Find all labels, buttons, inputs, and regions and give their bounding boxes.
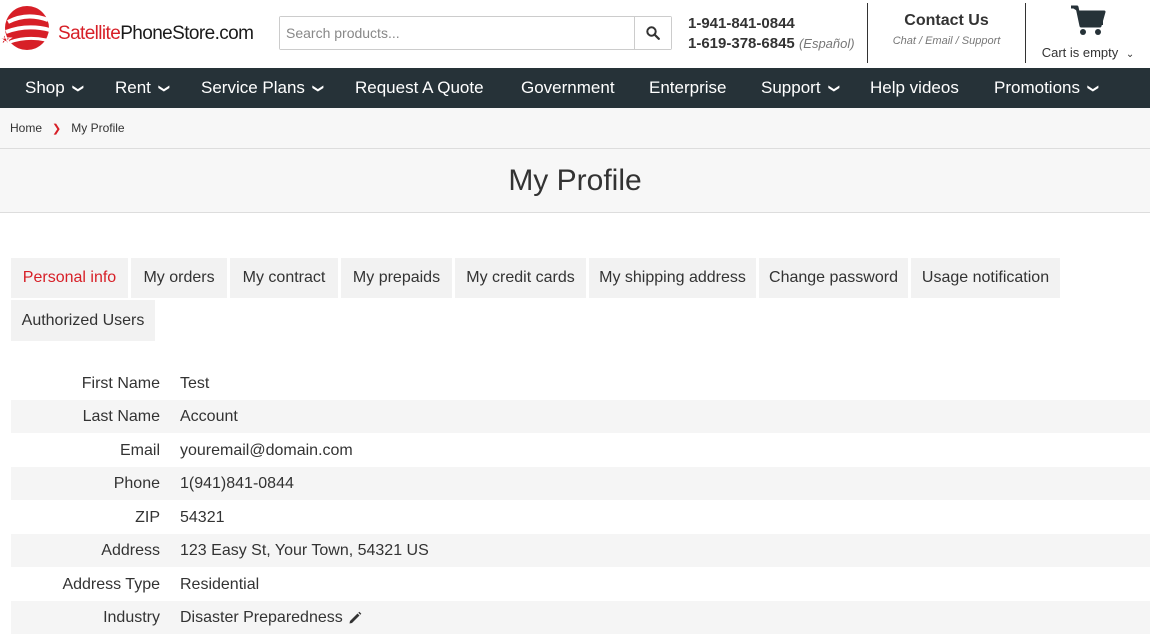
field-label: Phone (113, 474, 160, 492)
phone-numbers: 1-941-841-0844 1-619-378-6845 (Español) (688, 14, 855, 54)
chevron-down-icon: ❯ (827, 83, 840, 93)
field-label: Address (101, 541, 160, 559)
field-value: Disaster Preparedness (180, 608, 343, 626)
chevron-down-icon: ❯ (312, 83, 325, 93)
tab-change-password-label: Change password (769, 269, 898, 286)
site-logo[interactable]: SatellitePhoneStore.com (0, 4, 270, 56)
chevron-down-icon: ❯ (71, 83, 84, 93)
nav-request-quote-label: Request A Quote (355, 78, 484, 97)
tab-my-contract-label: My contract (242, 269, 326, 286)
field-label: Email (119, 441, 160, 459)
nav-promotions[interactable]: Promotions ❯ (994, 68, 1100, 108)
profile-row-address-type: Address Type Residential (11, 568, 1150, 601)
cart-button[interactable]: Cart is empty ⌄ (1026, 4, 1150, 60)
field-label: Industry (103, 608, 160, 626)
shopping-cart-icon (1071, 5, 1106, 35)
phone-line-1[interactable]: 1-941-841-0844 (688, 14, 855, 34)
espanol-label: (Español) (798, 36, 855, 51)
tab-usage-notification[interactable]: Usage notification (911, 258, 1060, 298)
tab-my-contract[interactable]: My contract (230, 258, 338, 298)
nav-support[interactable]: Support ❯ (761, 68, 840, 108)
tab-my-shipping-address[interactable]: My shipping address (589, 258, 756, 298)
chevron-down-icon: ❯ (1087, 83, 1100, 93)
field-value: Account (180, 407, 238, 425)
field-value: Residential (180, 575, 260, 593)
field-label: Last Name (82, 407, 160, 425)
profile-row-industry: Industry Disaster Preparedness (11, 601, 1150, 634)
tab-personal-info-label: Personal info (22, 269, 117, 286)
page-title: My Profile (508, 164, 642, 197)
profile-row-last-name: Last Name Account (11, 400, 1150, 433)
search-bar (279, 16, 672, 50)
field-value: 123 Easy St, Your Town, 54321 US (180, 541, 429, 559)
contact-us-subtitle: Chat / Email / Support (892, 35, 1001, 47)
nav-government-label: Government (521, 78, 615, 97)
main-nav: Shop ❯ Rent ❯ Service Plans ❯ Request A Quo… (0, 68, 1150, 108)
breadcrumb: Home ❯ My Profile (0, 108, 1150, 149)
field-value: youremail@domain.com (180, 441, 353, 459)
nav-help-videos-label: Help videos (870, 78, 959, 97)
chevron-down-icon: ⌄ (1125, 49, 1135, 60)
search-input[interactable] (280, 17, 634, 49)
nav-shop-label: Shop (25, 78, 65, 97)
contact-us-title: Contact Us (904, 12, 989, 29)
tab-my-credit-cards-label: My credit cards (466, 269, 575, 286)
logo-text-part3: .com (214, 23, 254, 44)
pencil-edit-icon[interactable] (348, 611, 362, 625)
cart-status: Cart is empty (1041, 45, 1119, 60)
profile-row-email: Email youremail@domain.com (11, 434, 1150, 467)
chevron-down-icon: ❯ (158, 83, 171, 93)
page-title-bar: My Profile (0, 149, 1150, 213)
phone-line-2[interactable]: 1-619-378-6845 (688, 35, 795, 52)
nav-rent[interactable]: Rent ❯ (115, 68, 171, 108)
field-value: Test (180, 374, 210, 392)
nav-enterprise-label: Enterprise (649, 78, 727, 97)
profile-row-address: Address 123 Easy St, Your Town, 54321 US (11, 534, 1150, 567)
tab-change-password[interactable]: Change password (759, 258, 908, 298)
tab-usage-notification-label: Usage notification (921, 269, 1050, 286)
nav-service-plans-label: Service Plans (201, 78, 305, 97)
tab-my-orders-label: My orders (143, 269, 215, 286)
nav-enterprise[interactable]: Enterprise (649, 68, 726, 108)
nav-request-quote[interactable]: Request A Quote (355, 68, 484, 108)
field-value: 1(941)841-0844 (180, 474, 294, 492)
contact-us-link[interactable]: Contact Us Chat / Email / Support (868, 12, 1025, 47)
field-label: ZIP (135, 508, 160, 526)
tab-authorized-users-label: Authorized Users (21, 311, 145, 329)
field-label: First Name (81, 374, 160, 392)
profile-row-phone: Phone 1(941)841-0844 (11, 467, 1150, 500)
field-label: Address Type (62, 575, 160, 593)
field-value: 54321 (180, 508, 225, 526)
nav-support-label: Support (761, 78, 821, 97)
breadcrumb-home[interactable]: Home (10, 121, 42, 135)
nav-government[interactable]: Government (521, 68, 615, 108)
profile-row-zip: ZIP 54321 (11, 501, 1150, 534)
breadcrumb-current: My Profile (71, 121, 125, 135)
search-button[interactable] (634, 17, 671, 49)
tab-my-shipping-address-label: My shipping address (599, 269, 746, 286)
logo-text: SatellitePhoneStore.com (58, 23, 254, 45)
chevron-right-icon: ❯ (52, 122, 62, 135)
nav-shop[interactable]: Shop ❯ (25, 68, 84, 108)
tab-my-credit-cards[interactable]: My credit cards (455, 258, 586, 298)
site-header: SatellitePhoneStore.com 1-941-841-0844 1… (0, 0, 1150, 68)
nav-service-plans[interactable]: Service Plans ❯ (201, 68, 325, 108)
tab-authorized-users[interactable]: Authorized Users (11, 300, 155, 341)
logo-globe-icon (0, 6, 51, 50)
nav-promotions-label: Promotions (994, 78, 1080, 97)
nav-rent-label: Rent (115, 78, 151, 97)
logo-text-part2: PhoneStore (120, 23, 215, 44)
tab-my-prepaids[interactable]: My prepaids (341, 258, 452, 298)
logo-text-part1: Satellite (58, 23, 121, 44)
profile-row-first-name: First Name Test (11, 367, 1150, 400)
tab-personal-info[interactable]: Personal info (11, 258, 128, 298)
tab-my-prepaids-label: My prepaids (352, 269, 441, 286)
search-icon (646, 26, 660, 40)
nav-help-videos[interactable]: Help videos (870, 68, 959, 108)
tab-my-orders[interactable]: My orders (131, 258, 227, 298)
